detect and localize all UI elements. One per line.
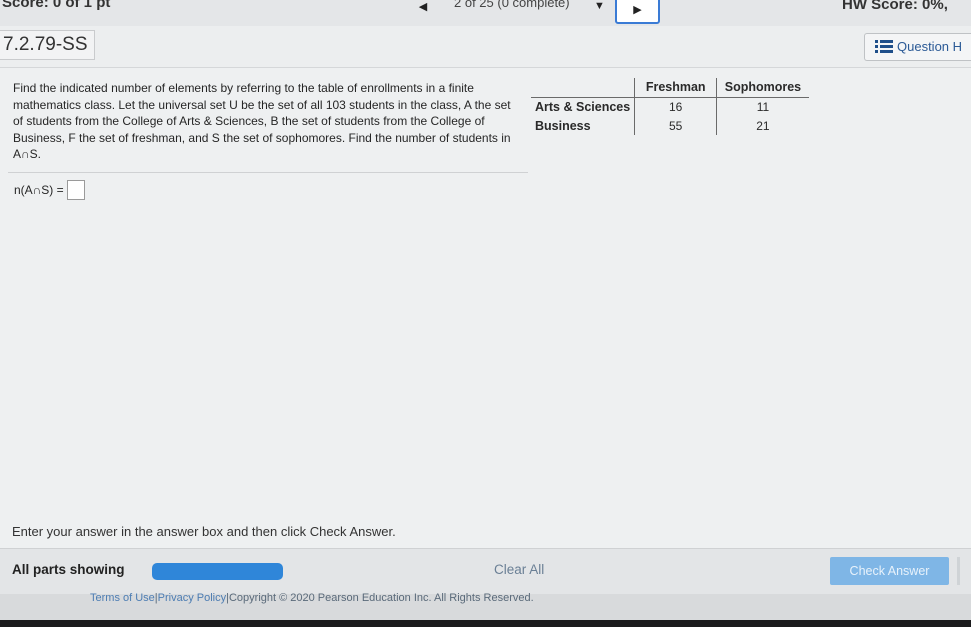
table-cell: 11 (756, 99, 770, 114)
screen-edge (0, 620, 971, 627)
problem-id: 7.2.79-SS (0, 30, 95, 60)
chevron-down-icon[interactable]: ▼ (594, 0, 605, 12)
parts-progress-bar (152, 563, 283, 580)
hw-score: HW Score: 0%, (842, 0, 948, 13)
problem-header: 7.2.79-SS Question H (0, 26, 971, 68)
terms-link[interactable]: Terms of Use (90, 592, 155, 604)
answer-input[interactable] (66, 180, 85, 200)
table-cell: 21 (756, 118, 770, 133)
bottom-bar: All parts showing Clear All Check Answer (0, 548, 971, 594)
scrollbar[interactable] (957, 557, 960, 585)
next-arrow-icon: ▶ (633, 4, 642, 16)
parts-showing-label: All parts showing (12, 562, 125, 577)
top-bar: Score: 0 of 1 pt ◀ 2 of 25 (0 complete) … (0, 0, 971, 26)
question-text: Find the indicated number of elements by… (13, 81, 511, 162)
instruction-text: Enter your answer in the answer box and … (12, 524, 396, 539)
row-label-business: Business (531, 116, 636, 135)
divider (8, 172, 528, 173)
copyright-text: Copyright © 2020 Pearson Education Inc. … (228, 592, 534, 604)
answer-row: n(A∩S) = (14, 180, 85, 200)
answer-label: n(A∩S) = (14, 183, 64, 197)
column-header-sophomores: Sophomores (716, 78, 809, 98)
table-cell: 55 (634, 116, 718, 135)
score-label: Score: 0 of 1 pt (2, 0, 111, 11)
table-cell: 16 (634, 97, 718, 116)
list-icon (875, 40, 893, 53)
question-help-label: Question H (897, 39, 963, 54)
table-corner (531, 78, 635, 98)
question-help-button[interactable]: Question H (864, 33, 971, 61)
footer-text: Terms of Use|Privacy Policy|Copyright © … (90, 592, 534, 604)
question-panel: Find the indicated number of elements by… (0, 68, 971, 548)
clear-all-button[interactable]: Clear All (494, 562, 544, 577)
previous-question-icon[interactable]: ◀ (416, 0, 430, 14)
row-label-arts-sciences: Arts & Sciences (531, 97, 636, 116)
check-answer-button[interactable]: Check Answer (830, 557, 949, 585)
next-question-button[interactable]: ▶ (615, 0, 660, 24)
question-progress[interactable]: 2 of 25 (0 complete) (454, 0, 570, 10)
table-row: Business 55 21 (531, 116, 809, 135)
enrollment-table: Freshman Sophomores Arts & Sciences 16 1… (531, 78, 809, 135)
column-header-freshman: Freshman (634, 78, 718, 98)
table-row: Arts & Sciences 16 11 (531, 97, 809, 116)
table-header-row: Freshman Sophomores (531, 78, 809, 98)
privacy-link[interactable]: Privacy Policy (158, 592, 226, 604)
